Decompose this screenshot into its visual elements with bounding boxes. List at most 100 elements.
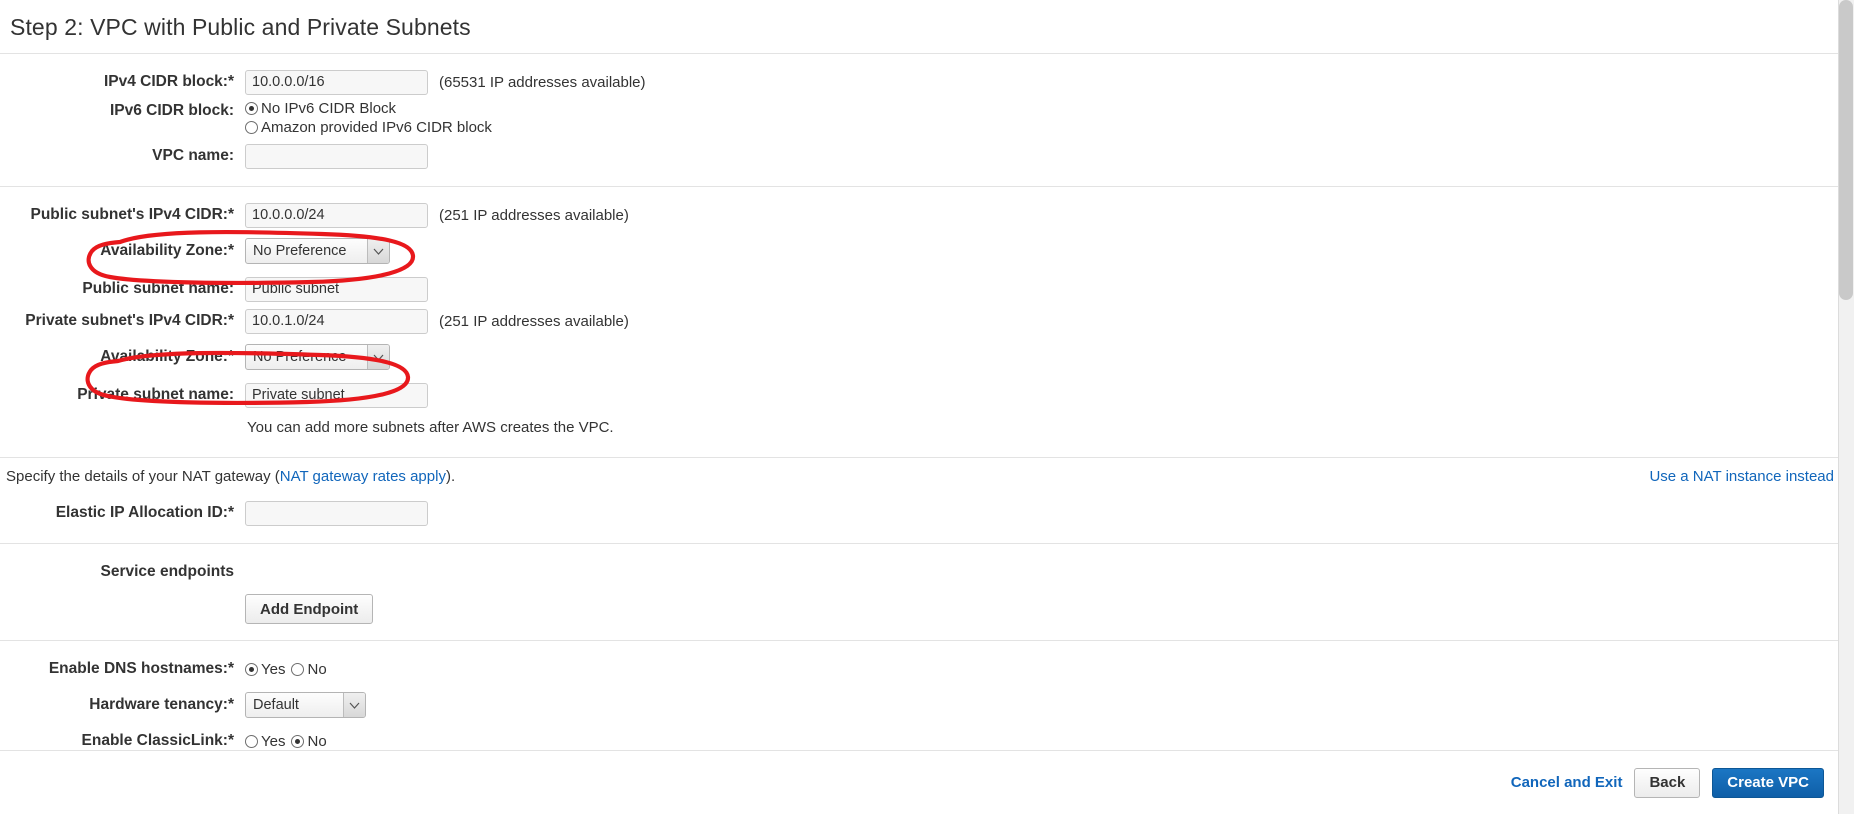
nat-text-after: ).	[445, 468, 456, 485]
vpc-section: IPv4 CIDR block:* (65531 IP addresses av…	[0, 54, 1838, 187]
private-cidr-control: (251 IP addresses available)	[245, 308, 629, 334]
subnet-note-control: You can add more subnets after AWS creat…	[245, 419, 614, 436]
vpc-wizard-page: Step 2: VPC with Public and Private Subn…	[0, 0, 1854, 814]
ipv4-cidr-input[interactable]	[245, 69, 428, 95]
public-subnet-name-label: Public subnet name:	[82, 280, 234, 297]
radio-icon[interactable]	[291, 662, 305, 676]
use-nat-instance-link[interactable]: Use a NAT instance instead	[1649, 468, 1834, 485]
public-az-control: No Preference	[245, 238, 390, 264]
vpc-name-label: VPC name:	[152, 147, 234, 164]
radio-icon[interactable]	[245, 662, 258, 676]
row-public-az: Availability Zone:* No Preference	[0, 237, 1838, 265]
hardware-tenancy-control: Default	[245, 692, 366, 718]
elastic-ip-allocation-input[interactable]	[245, 500, 428, 526]
row-private-cidr: Private subnet's IPv4 CIDR:* (251 IP add…	[0, 307, 1838, 335]
dns-hostnames-no[interactable]: No	[291, 660, 327, 678]
private-az-control: No Preference	[245, 344, 390, 370]
dns-hostnames-control: Yes No	[245, 661, 333, 678]
hardware-tenancy-label: Hardware tenancy:*	[89, 696, 234, 713]
public-az-value: No Preference	[253, 243, 347, 259]
hardware-tenancy-select[interactable]: Default	[245, 692, 366, 718]
row-public-cidr: Public subnet's IPv4 CIDR:* (251 IP addr…	[0, 201, 1838, 229]
public-subnet-cidr-input[interactable]	[245, 202, 428, 228]
public-subnet-name-input[interactable]	[245, 276, 428, 302]
wizard-header: Step 2: VPC with Public and Private Subn…	[0, 0, 1838, 54]
ipv6-option-none-label: No IPv6 CIDR Block	[261, 100, 397, 117]
row-hardware-tenancy: Hardware tenancy:* Default	[0, 691, 1838, 719]
radio-icon[interactable]	[245, 734, 258, 748]
ipv6-option-none[interactable]: No IPv6 CIDR Block	[245, 100, 492, 117]
nat-gateway-section: Specify the details of your NAT gateway …	[0, 458, 1838, 544]
ipv6-option-amazon-label: Amazon provided IPv6 CIDR block	[261, 119, 492, 136]
public-cidr-label: Public subnet's IPv4 CIDR:*	[30, 206, 234, 223]
elastic-ip-control	[245, 500, 428, 526]
radio-icon[interactable]	[245, 121, 258, 134]
nat-description: Specify the details of your NAT gateway …	[6, 468, 455, 485]
radio-icon[interactable]	[291, 734, 305, 748]
public-subnet-name-control	[245, 276, 428, 302]
private-subnet-name-label: Private subnet name:	[77, 386, 234, 403]
row-ipv4-cidr: IPv4 CIDR block:* (65531 IP addresses av…	[0, 68, 1838, 96]
row-public-name: Public subnet name:	[0, 275, 1838, 303]
private-cidr-label: Private subnet's IPv4 CIDR:*	[25, 312, 234, 329]
private-subnet-cidr-input[interactable]	[245, 308, 428, 334]
dns-hostnames-radio-group: Yes No	[245, 661, 333, 678]
vpc-name-input[interactable]	[245, 143, 428, 169]
row-add-endpoint: Add Endpoint	[0, 594, 1838, 624]
public-cidr-control: (251 IP addresses available)	[245, 202, 629, 228]
service-endpoints-section: Service endpoints Add Endpoint	[0, 544, 1838, 641]
back-button[interactable]: Back	[1634, 767, 1701, 798]
private-cidr-hint: (251 IP addresses available)	[439, 312, 629, 330]
classiclink-control: Yes No	[245, 733, 333, 750]
vpc-name-control	[245, 143, 428, 169]
public-cidr-hint: (251 IP addresses available)	[439, 206, 629, 224]
classiclink-no[interactable]: No	[291, 732, 327, 750]
ipv4-cidr-hint: (65531 IP addresses available)	[439, 73, 646, 91]
vertical-scrollbar[interactable]	[1838, 0, 1854, 814]
nat-description-row: Specify the details of your NAT gateway …	[0, 468, 1838, 485]
classiclink-radio-group: Yes No	[245, 733, 333, 750]
wizard-footer: Cancel and Exit Back Create VPC	[0, 750, 1838, 814]
classiclink-label: Enable ClassicLink:*	[81, 732, 234, 749]
row-ipv6-cidr: IPv6 CIDR block: No IPv6 CIDR Block Amaz…	[0, 100, 1838, 138]
add-endpoint-control: Add Endpoint	[245, 594, 374, 624]
subnets-section: Public subnet's IPv4 CIDR:* (251 IP addr…	[0, 187, 1838, 458]
private-az-label: Availability Zone:*	[100, 348, 234, 365]
row-dns-hostnames: Enable DNS hostnames:* Yes No	[0, 655, 1838, 683]
create-vpc-button[interactable]: Create VPC	[1712, 767, 1824, 798]
nat-text-before: Specify the details of your NAT gateway …	[6, 468, 280, 485]
private-subnet-name-input[interactable]	[245, 382, 428, 408]
row-elastic-ip: Elastic IP Allocation ID:*	[0, 499, 1838, 527]
radio-icon[interactable]	[245, 102, 258, 115]
scrollbar-thumb[interactable]	[1839, 0, 1853, 300]
public-availability-zone-select[interactable]: No Preference	[245, 238, 390, 264]
ipv4-cidr-label: IPv4 CIDR block:*	[103, 73, 234, 90]
row-vpc-name: VPC name:	[0, 142, 1838, 170]
dns-hostnames-no-label: No	[307, 660, 327, 678]
dns-hostnames-yes-label: Yes	[261, 660, 286, 678]
row-private-name: Private subnet name:	[0, 381, 1838, 409]
chevron-down-icon[interactable]	[367, 345, 389, 369]
ipv6-option-amazon[interactable]: Amazon provided IPv6 CIDR block	[245, 119, 492, 136]
classiclink-yes-label: Yes	[261, 732, 286, 750]
private-availability-zone-select[interactable]: No Preference	[245, 344, 390, 370]
ipv6-cidr-label: IPv6 CIDR block:	[109, 102, 234, 119]
elastic-ip-label: Elastic IP Allocation ID:*	[55, 504, 234, 521]
hardware-tenancy-value: Default	[253, 697, 299, 713]
chevron-down-icon[interactable]	[367, 239, 389, 263]
wizard-content: Step 2: VPC with Public and Private Subn…	[0, 0, 1838, 814]
ipv6-radio-group: No IPv6 CIDR Block Amazon provided IPv6 …	[245, 100, 498, 138]
private-subnet-name-control	[245, 382, 428, 408]
row-subnet-note: You can add more subnets after AWS creat…	[0, 413, 1838, 441]
row-service-endpoints-label: Service endpoints	[0, 558, 1838, 586]
ipv4-cidr-control: (65531 IP addresses available)	[245, 69, 646, 95]
dns-hostnames-yes[interactable]: Yes	[245, 661, 285, 678]
ipv6-cidr-control: No IPv6 CIDR Block Amazon provided IPv6 …	[245, 100, 498, 138]
chevron-down-icon[interactable]	[343, 693, 365, 717]
service-endpoints-label: Service endpoints	[100, 563, 234, 580]
cancel-and-exit-link[interactable]: Cancel and Exit	[1511, 774, 1623, 791]
nat-gateway-rates-link[interactable]: NAT gateway rates apply	[280, 468, 446, 485]
add-endpoint-button[interactable]: Add Endpoint	[245, 594, 374, 624]
classiclink-no-label: No	[307, 732, 327, 750]
classiclink-yes[interactable]: Yes	[245, 733, 285, 750]
